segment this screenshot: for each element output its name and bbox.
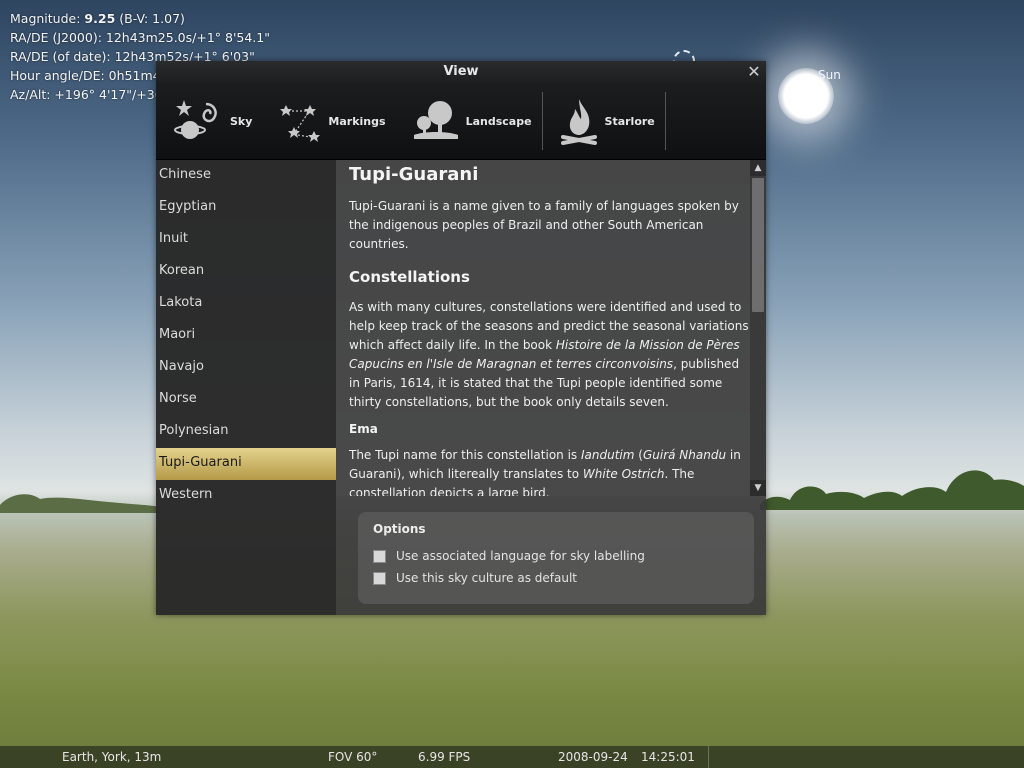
tab-landscape[interactable]: Landscape bbox=[396, 83, 542, 159]
list-item[interactable]: Egyptian bbox=[156, 192, 336, 224]
culture-title: Tupi-Guarani bbox=[349, 164, 479, 185]
toolbar-separator bbox=[664, 92, 666, 150]
treeline-left bbox=[0, 494, 160, 513]
tab-sky-label: Sky bbox=[230, 114, 253, 128]
scroll-thumb[interactable] bbox=[752, 178, 764, 312]
options-panel: Options Use associated language for sky … bbox=[358, 512, 754, 604]
view-tabs: Sky Markings Landscape Starlore bbox=[156, 83, 766, 160]
checkbox[interactable] bbox=[373, 571, 386, 585]
status-divider bbox=[708, 746, 709, 768]
markings-icon bbox=[280, 105, 321, 142]
tab-markings-label: Markings bbox=[328, 114, 386, 128]
use-associated-language-checkbox[interactable]: Use associated language for sky labellin… bbox=[373, 549, 645, 563]
fov-label: FOV 60° bbox=[328, 750, 378, 764]
list-item[interactable]: Polynesian bbox=[156, 416, 336, 448]
section-heading: Constellations bbox=[349, 268, 470, 286]
list-item[interactable]: Chinese bbox=[156, 160, 336, 192]
tab-starlore[interactable]: Starlore bbox=[543, 83, 665, 159]
location-label: Earth, York, 13m bbox=[62, 750, 162, 764]
list-item[interactable]: Norse bbox=[156, 384, 336, 416]
sky-icon bbox=[174, 100, 217, 139]
close-button[interactable]: ✕ bbox=[746, 64, 762, 80]
sun-label: Sun bbox=[818, 68, 841, 82]
landscape-icon bbox=[413, 101, 458, 139]
list-item[interactable]: Lakota bbox=[156, 288, 336, 320]
ema-paragraph: The Tupi name for this constellation is … bbox=[349, 448, 741, 496]
options-title: Options bbox=[373, 522, 426, 536]
dialog-title[interactable]: View bbox=[156, 61, 766, 83]
status-bar: Earth, York, 13m FOV 60° 6.99 FPS 2008-0… bbox=[0, 746, 1024, 768]
time-label: 14:25:01 bbox=[641, 750, 695, 764]
treeline bbox=[760, 470, 1024, 510]
radec-j2000-row: RA/DE (J2000): 12h43m25.0s/+1° 8'54.1" bbox=[10, 30, 270, 45]
sky-culture-list[interactable]: Chinese Egyptian Inuit Korean Lakota Mao… bbox=[156, 160, 336, 615]
view-dialog: View ✕ Sky Markings Landscape Starlore C… bbox=[156, 61, 766, 615]
starlore-campfire-icon bbox=[560, 99, 597, 145]
use-as-default-checkbox[interactable]: Use this sky culture as default bbox=[373, 571, 577, 585]
list-item[interactable]: Inuit bbox=[156, 224, 336, 256]
date-label: 2008-09-24 bbox=[558, 750, 628, 764]
content-scrollbar[interactable]: ▲ ▼ bbox=[750, 160, 766, 496]
checkbox-label: Use associated language for sky labellin… bbox=[396, 549, 645, 563]
culture-description[interactable]: Tupi-Guarani Tupi-Guarani is a name give… bbox=[336, 160, 750, 496]
tab-landscape-label: Landscape bbox=[465, 114, 532, 128]
list-item[interactable]: Korean bbox=[156, 256, 336, 288]
magnitude-row: Magnitude: 9.25 (B-V: 1.07) bbox=[10, 11, 185, 26]
fps-label: 6.99 FPS bbox=[418, 750, 471, 764]
tab-sky[interactable]: Sky bbox=[156, 83, 262, 159]
culture-intro: Tupi-Guarani is a name given to a family… bbox=[349, 199, 739, 251]
list-item[interactable]: Navajo bbox=[156, 352, 336, 384]
subsection-heading: Ema bbox=[349, 422, 378, 436]
scroll-down-arrow-icon[interactable]: ▼ bbox=[750, 480, 766, 496]
tab-starlore-label: Starlore bbox=[604, 114, 655, 128]
tab-markings[interactable]: Markings bbox=[262, 83, 395, 159]
starlore-panel: Chinese Egyptian Inuit Korean Lakota Mao… bbox=[156, 160, 766, 615]
constellations-paragraph: As with many cultures, constellations we… bbox=[349, 300, 749, 409]
list-item-selected[interactable]: Tupi-Guarani bbox=[156, 448, 336, 480]
checkbox-label: Use this sky culture as default bbox=[396, 571, 577, 585]
list-item[interactable]: Western bbox=[156, 480, 336, 512]
list-item[interactable]: Maori bbox=[156, 320, 336, 352]
scroll-up-arrow-icon[interactable]: ▲ bbox=[750, 160, 766, 176]
checkbox[interactable] bbox=[373, 549, 386, 563]
